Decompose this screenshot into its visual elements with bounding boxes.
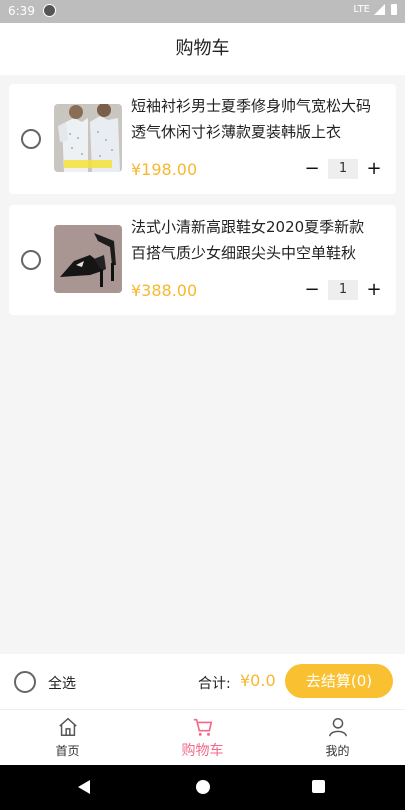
nav-item-cart[interactable]: 购物车 — [135, 710, 270, 766]
shirt-photo — [54, 104, 122, 172]
nav-label-profile: 我的 — [325, 744, 350, 758]
product-image[interactable] — [54, 104, 122, 172]
quantity-value[interactable]: 1 — [328, 280, 358, 300]
quantity-stepper: − 1 + — [302, 159, 384, 179]
item-select-radio[interactable] — [21, 250, 41, 270]
nav-label-home: 首页 — [55, 744, 80, 758]
select-all-radio[interactable] — [14, 671, 36, 693]
nav-item-profile[interactable]: 我的 — [270, 710, 405, 766]
back-icon[interactable] — [78, 780, 90, 794]
status-bar: 6:39 LTE — [0, 0, 405, 23]
product-price: ¥388.00 — [131, 281, 198, 300]
heels-photo — [54, 225, 122, 293]
system-nav-bar — [0, 765, 405, 810]
user-icon — [328, 718, 347, 737]
product-price: ¥198.00 — [131, 160, 198, 179]
item-select-radio[interactable] — [21, 129, 41, 149]
checkout-button[interactable]: 去结算(0) — [285, 664, 393, 698]
app-notification-icon — [43, 4, 56, 17]
product-image[interactable] — [54, 225, 122, 293]
total-amount: ¥0.0 — [240, 671, 276, 690]
page-title: 购物车 — [0, 23, 405, 75]
cart-item: 法式小清新高跟鞋女2020夏季新款百搭气质少女细跟尖头中空单鞋秋 ¥388.00… — [9, 205, 396, 315]
cart-summary-bar: 全选 合计: ¥0.0 去结算(0) — [0, 654, 405, 709]
quantity-value[interactable]: 1 — [328, 159, 358, 179]
nav-label-cart: 购物车 — [181, 743, 224, 759]
increase-button[interactable]: + — [364, 159, 384, 179]
system-home-icon[interactable] — [196, 780, 210, 794]
increase-button[interactable]: + — [364, 280, 384, 300]
quantity-stepper: − 1 + — [302, 280, 384, 300]
product-title[interactable]: 法式小清新高跟鞋女2020夏季新款百搭气质少女细跟尖头中空单鞋秋 — [131, 214, 379, 266]
product-title[interactable]: 短袖衬衫男士夏季修身帅气宽松大码透气休闲寸衫薄款夏装韩版上衣 — [131, 93, 379, 145]
cart-icon — [193, 718, 212, 736]
recent-apps-icon[interactable] — [312, 780, 325, 793]
status-time: 6:39 — [8, 4, 35, 18]
battery-icon — [391, 4, 397, 15]
cart-item: 短袖衬衫男士夏季修身帅气宽松大码透气休闲寸衫薄款夏装韩版上衣 ¥198.00 −… — [9, 84, 396, 194]
nav-item-home[interactable]: 首页 — [0, 710, 135, 766]
status-indicators: LTE — [353, 4, 397, 15]
home-icon — [58, 717, 77, 736]
total-label: 合计: — [198, 676, 231, 692]
network-type: LTE — [353, 4, 370, 15]
decrease-button[interactable]: − — [302, 280, 322, 300]
decrease-button[interactable]: − — [302, 159, 322, 179]
select-all-label[interactable]: 全选 — [48, 673, 76, 693]
bottom-nav: 首页 购物车 我的 — [0, 709, 405, 765]
signal-icon — [374, 4, 385, 15]
